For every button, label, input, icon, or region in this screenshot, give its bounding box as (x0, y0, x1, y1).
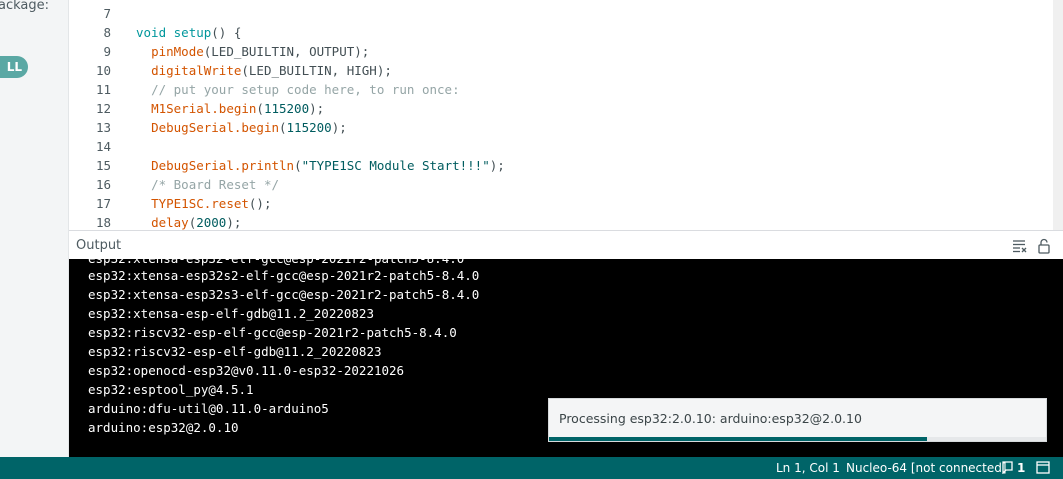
line-number: 11 (95, 82, 111, 97)
code-line: 17 TYPE1SC.reset(); (69, 194, 1049, 213)
cursor-position[interactable]: Ln 1, Col 1 (776, 461, 840, 475)
code-text: pinMode(LED_BUILTIN, OUTPUT); (136, 42, 369, 61)
code-line: 12 M1Serial.begin(115200); (69, 99, 1049, 118)
code-token: pinMode (151, 44, 204, 59)
code-token: 115200 (263, 101, 310, 116)
scroll-lock-icon[interactable] (1036, 238, 1052, 254)
code-token: "TYPE1SC Module Start!!!" (301, 158, 490, 173)
line-number: 13 (95, 120, 111, 135)
code-text: TYPE1SC.reset(); (136, 194, 271, 213)
code-token: /* Board Reset */ (151, 177, 279, 192)
boards-manager-sidebar: ackage: LL (0, 0, 69, 457)
code-token: ); (331, 120, 347, 135)
code-token: ( (294, 158, 302, 173)
output-line: esp32:xtensa-esp32s3-elf-gcc@esp-2021r2-… (88, 287, 480, 302)
code-line: 7 (69, 4, 1049, 23)
line-number: 12 (95, 101, 111, 116)
line-number: 8 (103, 25, 111, 40)
progress-bar (549, 437, 927, 441)
code-token: digitalWrite (151, 63, 242, 78)
code-line: 16 /* Board Reset */ (69, 175, 1049, 194)
output-line: esp32:riscv32-esp-elf-gdb@11.2_20220823 (88, 344, 382, 359)
code-token: DebugSerial.println (151, 158, 295, 173)
code-line: 14 (69, 137, 1049, 156)
output-panel-header: Output (69, 230, 1063, 260)
code-line: 9 pinMode(LED_BUILTIN, OUTPUT); (69, 42, 1049, 61)
code-text: DebugSerial.println("TYPE1SC Module Star… (136, 156, 505, 175)
line-number: 18 (95, 215, 111, 230)
notification-count[interactable]: 1 (1017, 461, 1025, 475)
code-token: 2000 (196, 215, 227, 230)
editor-scrollbar[interactable] (1053, 0, 1063, 230)
code-line: 13 DebugSerial.begin(115200); (69, 118, 1049, 137)
code-token: ); (309, 101, 325, 116)
line-number: 9 (103, 44, 111, 59)
code-token: () { (211, 25, 242, 40)
output-line: arduino:esp32@2.0.10 (88, 420, 239, 435)
output-title: Output (76, 238, 122, 253)
code-token: 115200 (286, 120, 332, 135)
code-text: M1Serial.begin(115200); (136, 99, 324, 118)
output-line: esp32:esptool_py@4.5.1 (88, 382, 254, 397)
code-token: (LED_BUILTIN, OUTPUT); (203, 44, 370, 59)
line-number: 14 (95, 139, 111, 154)
output-line: esp32:riscv32-esp-elf-gcc@esp-2021r2-pat… (88, 325, 457, 340)
code-token: delay (151, 215, 189, 230)
board-selector[interactable]: Nucleo-64 [not connected] (846, 461, 1007, 475)
code-token: M1Serial.begin (151, 101, 257, 116)
line-number: 16 (95, 177, 111, 192)
line-number: 7 (103, 6, 111, 21)
line-number: 17 (95, 196, 111, 211)
code-token: TYPE1SC.reset (151, 196, 249, 211)
code-token: ( (256, 101, 264, 116)
code-token: setup (173, 25, 212, 40)
code-token: void (136, 25, 167, 40)
code-line: 8 void setup() { (69, 23, 1049, 42)
code-line: 10 digitalWrite(LED_BUILTIN, HIGH); (69, 61, 1049, 80)
code-text: void setup() { (136, 23, 241, 42)
code-line: 15 DebugSerial.println("TYPE1SC Module S… (69, 156, 1049, 175)
status-bar: Ln 1, Col 1 Nucleo-64 [not connected] 1 (0, 457, 1063, 479)
code-token: // put your setup code here, to run once… (151, 82, 460, 97)
output-line: arduino:dfu-util@0.11.0-arduino5 (88, 401, 329, 416)
install-button[interactable]: LL (0, 56, 28, 78)
notification-bell-icon[interactable] (1001, 461, 1014, 474)
output-line: esp32:xtensa-esp32s2-elf-gcc@esp-2021r2-… (88, 268, 480, 283)
code-text: /* Board Reset */ (136, 175, 279, 194)
code-token: ( (279, 120, 287, 135)
code-token: DebugSerial.begin (151, 120, 279, 135)
code-text: delay(2000); (136, 213, 241, 230)
code-token: (LED_BUILTIN, HIGH); (241, 63, 392, 78)
code-text: digitalWrite(LED_BUILTIN, HIGH); (136, 61, 392, 80)
line-number: 10 (95, 63, 111, 78)
output-line: esp32:xtensa-esp-elf-gdb@11.2_20220823 (88, 306, 374, 321)
code-line: 18 delay(2000); (69, 213, 1049, 230)
code-token: ); (226, 215, 242, 230)
code-token: ); (489, 158, 505, 173)
code-text: DebugSerial.begin(115200); (136, 118, 347, 137)
clear-output-icon[interactable] (1012, 238, 1028, 254)
progress-track (549, 437, 1046, 441)
progress-notification: Processing esp32:2.0.10: arduino:esp32@2… (548, 398, 1047, 442)
code-token: (); (248, 196, 272, 211)
notification-message: Processing esp32:2.0.10: arduino:esp32@2… (559, 411, 862, 426)
code-editor[interactable]: 7 8 void setup() {9 pinMode(LED_BUILTIN, O… (69, 0, 1053, 230)
code-line: 11 // put your setup code here, to run o… (69, 80, 1049, 99)
output-line: esp32:openocd-esp32@v0.11.0-esp32-202210… (88, 363, 405, 378)
line-number: 15 (95, 158, 111, 173)
package-label: ackage: (0, 0, 50, 13)
code-text: // put your setup code here, to run once… (136, 80, 460, 99)
toggle-panel-icon[interactable] (1036, 461, 1050, 474)
